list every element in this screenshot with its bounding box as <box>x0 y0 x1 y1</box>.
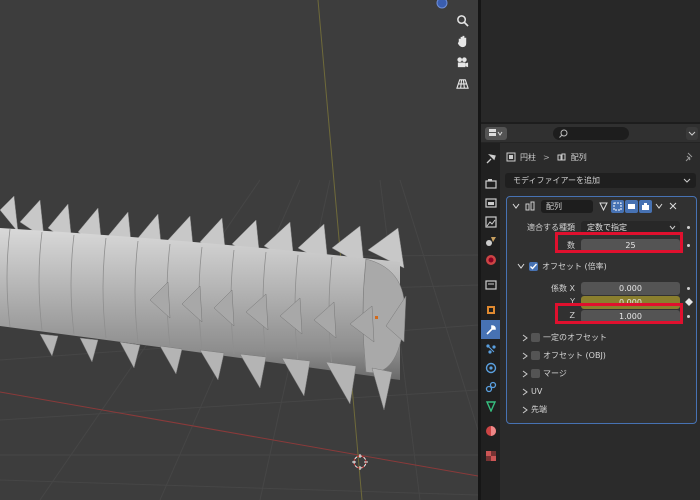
tab-constraints[interactable] <box>481 377 500 396</box>
tab-modifiers[interactable] <box>481 320 500 339</box>
object-icon <box>506 152 516 162</box>
array-modifier-icon <box>557 153 566 161</box>
breadcrumb: 円柱 > 配列 <box>506 151 587 163</box>
tab-scene[interactable] <box>481 231 500 250</box>
object-icon <box>486 305 495 314</box>
physics-icon <box>485 362 496 373</box>
tab-output[interactable] <box>481 193 500 212</box>
collapse-chevron-icon[interactable] <box>512 202 520 210</box>
array-modifier-icon <box>525 201 535 211</box>
grid-view-icon[interactable] <box>452 73 472 93</box>
tab-view-layer[interactable] <box>481 212 500 231</box>
wrench-icon <box>485 324 496 335</box>
breadcrumb-separator: > <box>543 152 550 162</box>
view-layer-icon <box>484 215 497 228</box>
outliner-area[interactable] <box>481 0 700 122</box>
tab-physics[interactable] <box>481 358 500 377</box>
relative-offset-label: オフセット (倍率) <box>542 262 607 271</box>
highlight-factor-z <box>555 303 683 324</box>
close-icon[interactable] <box>669 202 677 210</box>
scene-icon <box>485 236 496 246</box>
collection-icon <box>484 279 497 290</box>
tab-tool[interactable] <box>481 149 500 168</box>
axis-gizmo-icon[interactable] <box>436 0 448 9</box>
fit-type-value: 定数で指定 <box>587 223 627 232</box>
expand-chevron-icon[interactable] <box>521 406 529 414</box>
tab-material[interactable] <box>481 421 500 440</box>
object-offset-label: オフセット (OBJ) <box>543 351 606 360</box>
tab-texture[interactable] <box>481 446 500 465</box>
object-offset-checkbox[interactable] <box>531 351 540 360</box>
pin-icon[interactable] <box>685 152 694 162</box>
mesh-data-icon <box>485 400 496 412</box>
add-modifier-button[interactable]: モディファイアーを追加 <box>505 173 696 188</box>
tab-render[interactable] <box>481 174 500 193</box>
tab-world[interactable] <box>481 250 500 269</box>
expand-chevron-icon[interactable] <box>521 388 529 396</box>
modifier-header: 配列 <box>507 197 696 215</box>
caps-label[interactable]: 先端 <box>531 404 547 416</box>
expand-chevron-icon[interactable] <box>521 334 529 342</box>
realtime-display-icon[interactable] <box>625 200 638 213</box>
properties-tab-bar <box>481 143 500 500</box>
constraint-icon <box>485 381 496 392</box>
render-camera-icon[interactable] <box>639 200 652 213</box>
relative-offset-checkbox[interactable] <box>529 262 538 271</box>
tool-icon <box>486 153 496 163</box>
properties-header <box>481 124 700 143</box>
material-icon <box>485 425 496 436</box>
texture-icon <box>485 450 496 461</box>
keyframe-dot-icon[interactable] <box>687 226 690 229</box>
tab-particles[interactable] <box>481 339 500 358</box>
factor-x-field[interactable]: 0.000 <box>581 282 680 295</box>
modifier-name-field[interactable]: 配列 <box>541 200 593 213</box>
keyframe-dot-icon[interactable] <box>687 287 690 290</box>
3d-viewport[interactable] <box>0 0 478 500</box>
editor-type-button[interactable] <box>485 127 507 140</box>
tab-object[interactable] <box>481 300 500 319</box>
chevron-down-icon <box>688 131 696 136</box>
merge-checkbox[interactable] <box>531 369 540 378</box>
output-icon <box>484 197 497 208</box>
search-icon <box>559 129 568 138</box>
chevron-down-icon[interactable] <box>655 202 663 210</box>
particles-icon <box>485 343 496 354</box>
properties-search-input[interactable] <box>553 127 629 140</box>
world-icon <box>485 254 496 265</box>
add-modifier-label: モディファイアーを追加 <box>513 176 600 185</box>
breadcrumb-modifier: 配列 <box>570 152 587 162</box>
keyframe-diamond-icon[interactable] <box>685 298 693 306</box>
expand-chevron-icon[interactable] <box>521 352 529 360</box>
collapse-chevron-icon[interactable] <box>517 262 525 270</box>
render-icon <box>484 178 497 189</box>
chevron-down-icon <box>683 178 691 183</box>
tab-data[interactable] <box>481 396 500 415</box>
chevron-down-icon <box>669 225 676 230</box>
uv-label[interactable]: UV <box>531 386 542 398</box>
viewport-scene <box>0 0 478 500</box>
keyframe-dot-icon[interactable] <box>687 244 690 247</box>
options-dropdown[interactable] <box>686 127 698 140</box>
highlight-count <box>555 232 683 253</box>
constant-offset-checkbox[interactable] <box>531 333 540 342</box>
factor-x-label: 係数 X <box>550 284 575 293</box>
object-origin <box>375 316 378 319</box>
on-cage-icon[interactable] <box>597 200 610 213</box>
zoom-icon[interactable] <box>452 10 472 30</box>
merge-label: マージ <box>543 369 567 378</box>
pan-hand-icon[interactable] <box>452 31 472 51</box>
keyframe-dot-icon[interactable] <box>687 315 690 318</box>
constant-offset-label: 一定のオフセット <box>543 333 607 342</box>
expand-chevron-icon[interactable] <box>521 370 529 378</box>
tab-collection[interactable] <box>481 275 500 294</box>
breadcrumb-object: 円柱 <box>520 152 536 162</box>
edit-mode-icon[interactable] <box>611 200 624 213</box>
camera-icon[interactable] <box>452 52 472 72</box>
